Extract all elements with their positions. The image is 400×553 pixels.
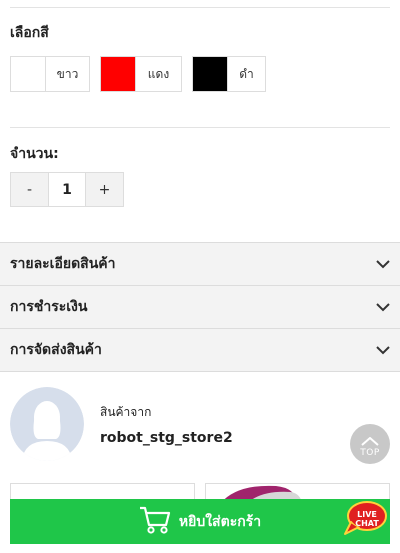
accordion-product-details[interactable]: รายละเอียดสินค้า (0, 243, 400, 286)
seller-text: สินค้าจาก robot_stg_store2 (100, 403, 233, 446)
live-chat-label: LIVE CHAT (350, 510, 384, 528)
scroll-top-label: TOP (360, 447, 380, 458)
color-option-label: ขาว (56, 66, 79, 81)
color-option-label: แดง (147, 66, 170, 81)
accordion-payment[interactable]: การชำระเงิน (0, 286, 400, 329)
color-select-label: เลือกสี (10, 25, 49, 41)
chevron-down-icon (376, 343, 390, 357)
live-chat-line2: CHAT (355, 519, 379, 528)
store-name-link[interactable]: robot_stg_store2 (100, 430, 233, 446)
add-to-cart-button[interactable]: หยิบใส่ตะกร้า (10, 499, 390, 544)
shopping-cart-icon (139, 505, 171, 539)
color-option-black[interactable]: ดำ (192, 56, 266, 92)
accordion-shipping[interactable]: การจัดส่งสินค้า (0, 329, 400, 372)
quantity-stepper: - 1 + (10, 172, 124, 207)
live-chat-button[interactable]: LIVE CHAT (343, 500, 387, 536)
quantity-input[interactable]: 1 (48, 173, 86, 206)
seller-from-label: สินค้าจาก (100, 404, 152, 419)
scroll-top-button[interactable]: TOP (350, 424, 390, 464)
color-swatch-red (101, 57, 136, 91)
color-swatch-black (193, 57, 228, 91)
color-swatch-white (11, 57, 46, 91)
accordion-title: การจัดส่งสินค้า (10, 342, 102, 358)
chevron-down-icon (376, 300, 390, 314)
color-option-white[interactable]: ขาว (10, 56, 90, 92)
quantity-decrease-button[interactable]: - (11, 173, 48, 206)
chevron-down-icon (376, 257, 390, 271)
quantity-label: จำนวน: (10, 146, 59, 162)
product-info-accordion: รายละเอียดสินค้า การชำระเงิน การจัดส่งสิ… (0, 242, 400, 372)
accordion-title: การชำระเงิน (10, 299, 88, 315)
live-chat-line1: LIVE (357, 510, 377, 519)
top-divider (10, 7, 390, 8)
section-divider (10, 127, 390, 128)
seller-info: สินค้าจาก robot_stg_store2 (10, 387, 233, 461)
quantity-increase-button[interactable]: + (86, 173, 123, 206)
user-silhouette-icon (10, 387, 84, 461)
color-option-label: ดำ (239, 66, 254, 81)
accordion-title: รายละเอียดสินค้า (10, 256, 116, 272)
color-option-red[interactable]: แดง (100, 56, 182, 92)
add-to-cart-label: หยิบใส่ตะกร้า (178, 513, 262, 530)
avatar[interactable] (10, 387, 84, 461)
